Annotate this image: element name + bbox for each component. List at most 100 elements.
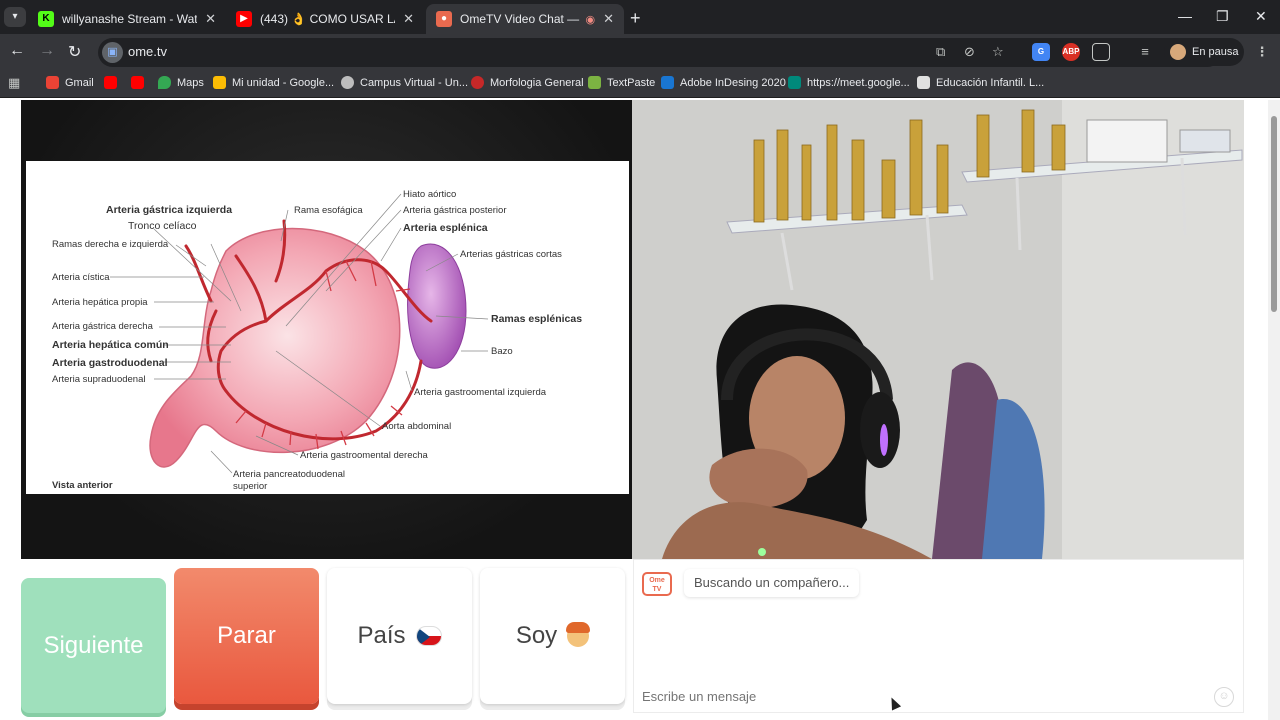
country-label: País [357, 622, 406, 649]
stop-button[interactable]: Parar [174, 568, 319, 704]
tab-ometv[interactable]: ● OmeTV Video Chat — Ome ◉ ✕ [426, 4, 624, 34]
next-label: Siguiente [43, 631, 144, 659]
webcam-scene [632, 100, 1244, 559]
slide-label: superior [233, 481, 268, 492]
bookmark-meet[interactable]: https://meet.google... [788, 76, 910, 89]
slide-label: Arteria hepática común [52, 339, 169, 351]
eye-off-icon[interactable]: ⊘ [964, 44, 975, 60]
gender-button[interactable]: Soy [480, 568, 625, 704]
textpaste-icon [588, 76, 601, 89]
tab-youtube[interactable]: ▶ (443) 👌 COMO USAR LA CÁM ✕ [226, 4, 424, 34]
bookmark-label: Educación Infantil. L... [936, 76, 1045, 89]
recording-icon: ◉ [585, 13, 596, 26]
status-message: Buscando un compañero... [684, 569, 860, 597]
kick-icon: K [38, 11, 54, 27]
bookmark-gmail[interactable]: Gmail [46, 76, 94, 89]
close-icon[interactable]: ✕ [403, 11, 414, 27]
youtube-icon [131, 76, 144, 89]
country-button[interactable]: País [327, 568, 472, 704]
adblock-icon[interactable]: ABP [1062, 43, 1080, 61]
meet-icon [788, 76, 801, 89]
slide-label: Arteria gástrica derecha [52, 321, 153, 332]
slide-label: Arterias gástricas cortas [460, 249, 562, 260]
media-icon[interactable]: ≡ [1136, 43, 1154, 61]
page-scrollbar[interactable] [1268, 100, 1280, 720]
address-bar[interactable]: ▣ ome.tv ⧉ ⊘ ☆ [98, 38, 1222, 67]
ometv-logo-icon: Ome TV [642, 572, 672, 596]
slide-label: Bazo [491, 346, 513, 357]
profile-label: En pausa [1192, 46, 1239, 58]
bookmark-label: Campus Virtual - Un... [360, 76, 469, 89]
slide-label: Arteria gastroduodenal [52, 357, 168, 369]
bookmark-label: TextPaste [607, 76, 656, 89]
profile-button[interactable]: En pausa [1164, 38, 1244, 66]
url-text: ome.tv [128, 44, 168, 59]
partner-video: Arteria gástrica izquierda Tronco celíac… [21, 100, 632, 559]
slide-label: Vista anterior [52, 480, 113, 491]
bookmark-label: Mi unidad - Google... [232, 76, 335, 89]
bookmark-educacion[interactable]: Educación Infantil. L... [917, 76, 1044, 89]
gender-label: Soy [515, 622, 558, 649]
menu-icon[interactable]: ⋮ [1253, 43, 1271, 61]
gmail-icon [46, 76, 59, 89]
forward-icon[interactable]: → [39, 42, 55, 60]
boy-face-icon [566, 622, 591, 647]
slide-label: Arteria gástrica izquierda [106, 204, 233, 216]
bookmark-morfologia[interactable]: Morfologia General [471, 76, 584, 89]
reload-icon[interactable]: ↻ [68, 42, 81, 62]
slide-label: Arteria gastroomental izquierda [414, 387, 547, 398]
slide-label: Arteria pancreatoduodenal [233, 469, 345, 480]
tab-title: willyanashe Stream - Watch Liv [62, 12, 198, 26]
scrollbar-thumb[interactable] [1271, 116, 1277, 312]
bookmark-label: Maps [177, 76, 204, 89]
bookmark-label: Gmail [65, 76, 94, 89]
youtube-icon [104, 76, 117, 89]
self-video [632, 100, 1244, 559]
slide-label: Ramas derecha e izquierda [52, 239, 169, 250]
minimize-icon[interactable]: — [1178, 8, 1192, 24]
site-info-icon[interactable]: ▣ [102, 42, 123, 63]
slide-label: Arteria gastroomental derecha [300, 450, 428, 461]
bookmark-youtube-2[interactable] [131, 76, 150, 89]
bookmark-adobe[interactable]: Adobe InDesing 2020 [661, 76, 786, 89]
campus-icon [341, 76, 354, 89]
slide-label: Arteria supraduodenal [52, 374, 146, 385]
slide-label: Arteria gástrica posterior [403, 205, 507, 216]
emoji-icon[interactable]: ☺ [1214, 687, 1234, 707]
apps-icon[interactable]: ▦ [8, 75, 20, 91]
tab-search-button[interactable]: ▾ [4, 7, 26, 27]
czech-flag-icon [415, 626, 442, 646]
restore-icon[interactable]: ❐ [1216, 8, 1229, 25]
bookmark-campus[interactable]: Campus Virtual - Un... [341, 76, 468, 89]
next-button[interactable]: Siguiente [21, 578, 166, 713]
anatomy-slide: Arteria gástrica izquierda Tronco celíac… [26, 161, 629, 494]
cast-icon[interactable]: ⧉ [936, 44, 945, 60]
bookmark-maps[interactable]: Maps [158, 76, 204, 89]
morfologia-icon [471, 76, 484, 89]
close-icon[interactable]: ✕ [603, 11, 614, 27]
drive-icon [213, 76, 226, 89]
message-input[interactable] [642, 689, 1202, 704]
close-icon[interactable]: ✕ [205, 11, 216, 27]
youtube-icon: ▶ [236, 11, 252, 27]
bookmark-label: https://meet.google... [807, 76, 910, 89]
new-tab-button[interactable]: + [630, 8, 641, 29]
slide-label: Rama esofágica [294, 205, 363, 216]
back-icon[interactable]: ← [9, 42, 25, 60]
translate-icon[interactable]: G [1032, 43, 1050, 61]
ometv-page: Arteria gástrica izquierda Tronco celíac… [0, 100, 1280, 720]
bookmark-label: Morfologia General [490, 76, 584, 89]
slide-label: Arteria esplénica [403, 222, 488, 234]
edu-icon [917, 76, 930, 89]
bookmark-label: Adobe InDesing 2020 [680, 76, 786, 89]
bookmark-drive[interactable]: Mi unidad - Google... [213, 76, 334, 89]
extensions-icon[interactable] [1092, 43, 1110, 61]
bookmark-textpaste[interactable]: TextPaste [588, 76, 655, 89]
tab-strip: ▾ K willyanashe Stream - Watch Liv ✕ ▶ (… [0, 0, 1280, 34]
ometv-icon: ● [436, 11, 452, 27]
bookmark-youtube[interactable] [104, 76, 123, 89]
star-icon[interactable]: ☆ [992, 44, 1004, 60]
close-window-icon[interactable]: ✕ [1255, 8, 1267, 25]
slide-label: Arteria cística [52, 272, 110, 283]
tab-willyanashe[interactable]: K willyanashe Stream - Watch Liv ✕ [28, 4, 226, 34]
